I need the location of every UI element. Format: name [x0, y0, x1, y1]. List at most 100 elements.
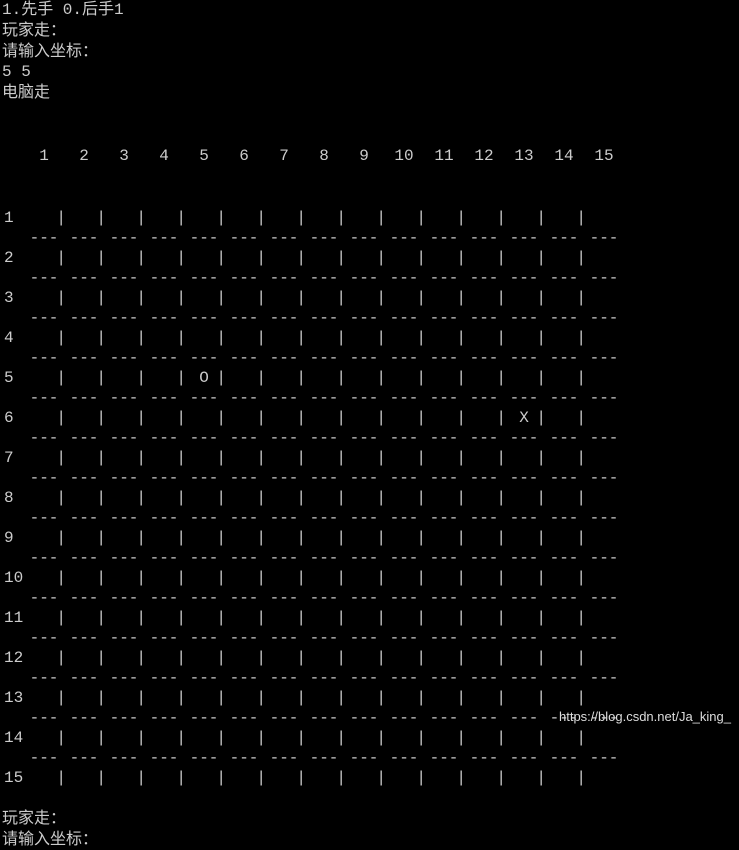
- board-cell[interactable]: |: [24, 288, 64, 309]
- board-cell[interactable]: |: [264, 328, 304, 349]
- board-cell[interactable]: |: [184, 488, 224, 509]
- board-cell[interactable]: |: [104, 288, 144, 309]
- board-cell[interactable]: |: [224, 568, 264, 589]
- board-cell[interactable]: [584, 648, 624, 669]
- board-cell[interactable]: |: [224, 728, 264, 749]
- board-cell[interactable]: |: [424, 728, 464, 749]
- board-cell[interactable]: |: [144, 728, 184, 749]
- board-cell[interactable]: |: [24, 648, 64, 669]
- board-cell[interactable]: |: [504, 488, 544, 509]
- board-cell[interactable]: |: [464, 208, 504, 229]
- board-cell[interactable]: |: [304, 328, 344, 349]
- board-cell[interactable]: |: [144, 288, 184, 309]
- board-cell[interactable]: |: [304, 688, 344, 709]
- board-cell[interactable]: |: [64, 528, 104, 549]
- board-cell[interactable]: |: [424, 408, 464, 429]
- board-cell[interactable]: |: [144, 608, 184, 629]
- board-cell[interactable]: |: [384, 528, 424, 549]
- board-cell[interactable]: |: [144, 648, 184, 669]
- board-cell[interactable]: |: [424, 368, 464, 389]
- board-cell[interactable]: |: [144, 568, 184, 589]
- board-cell[interactable]: |: [464, 248, 504, 269]
- board-cell[interactable]: |: [104, 728, 144, 749]
- board-cell[interactable]: |: [64, 408, 104, 429]
- board-cell[interactable]: |: [344, 648, 384, 669]
- board-cell[interactable]: |: [224, 608, 264, 629]
- board-cell[interactable]: |: [344, 568, 384, 589]
- board-cell[interactable]: |: [24, 608, 64, 629]
- board-cell[interactable]: |: [504, 368, 544, 389]
- board-cell[interactable]: |: [184, 248, 224, 269]
- board-cell[interactable]: |: [184, 528, 224, 549]
- board-cell[interactable]: |: [544, 328, 584, 349]
- board-cell[interactable]: X |: [504, 408, 544, 429]
- board-cell[interactable]: |: [384, 208, 424, 229]
- board-cell[interactable]: [584, 768, 624, 789]
- board-cell[interactable]: |: [424, 688, 464, 709]
- board-cell[interactable]: [584, 328, 624, 349]
- board-cell[interactable]: |: [424, 488, 464, 509]
- board-cell[interactable]: |: [544, 768, 584, 789]
- board-cell[interactable]: |: [224, 288, 264, 309]
- board-cell[interactable]: |: [24, 528, 64, 549]
- board-cell[interactable]: |: [64, 688, 104, 709]
- board-cell[interactable]: |: [384, 328, 424, 349]
- board-cell[interactable]: |: [304, 408, 344, 429]
- board-cell[interactable]: |: [304, 648, 344, 669]
- board-cell[interactable]: [584, 408, 624, 429]
- board-cell[interactable]: |: [184, 408, 224, 429]
- board-cell[interactable]: |: [384, 728, 424, 749]
- board-cell[interactable]: |: [424, 608, 464, 629]
- board-cell[interactable]: |: [304, 208, 344, 229]
- board-cell[interactable]: |: [544, 368, 584, 389]
- board-cell[interactable]: |: [464, 528, 504, 549]
- board-cell[interactable]: |: [264, 568, 304, 589]
- board-cell[interactable]: |: [344, 368, 384, 389]
- coord-prompt-2[interactable]: 请输入坐标：: [0, 830, 739, 850]
- board-cell[interactable]: |: [104, 768, 144, 789]
- board-cell[interactable]: [584, 288, 624, 309]
- board-cell[interactable]: |: [104, 608, 144, 629]
- board-cell[interactable]: |: [24, 688, 64, 709]
- board-cell[interactable]: |: [344, 688, 384, 709]
- board-cell[interactable]: |: [384, 768, 424, 789]
- board-cell[interactable]: [584, 248, 624, 269]
- board-cell[interactable]: |: [384, 488, 424, 509]
- board-cell[interactable]: |: [24, 248, 64, 269]
- board-cell[interactable]: |: [144, 448, 184, 469]
- board-cell[interactable]: |: [24, 488, 64, 509]
- board-cell[interactable]: |: [344, 608, 384, 629]
- board-cell[interactable]: |: [384, 288, 424, 309]
- board-cell[interactable]: |: [544, 408, 584, 429]
- board-cell[interactable]: |: [184, 328, 224, 349]
- board-cell[interactable]: |: [384, 248, 424, 269]
- board-cell[interactable]: |: [264, 368, 304, 389]
- board-cell[interactable]: |: [64, 488, 104, 509]
- board-cell[interactable]: |: [304, 288, 344, 309]
- board-cell[interactable]: |: [184, 648, 224, 669]
- board-cell[interactable]: |: [104, 528, 144, 549]
- board-cell[interactable]: |: [224, 688, 264, 709]
- board-cell[interactable]: |: [544, 288, 584, 309]
- board-cell[interactable]: |: [504, 328, 544, 349]
- board-cell[interactable]: |: [224, 328, 264, 349]
- board-cell[interactable]: |: [304, 528, 344, 549]
- board-cell[interactable]: |: [344, 768, 384, 789]
- board-cell[interactable]: |: [104, 648, 144, 669]
- board-cell[interactable]: |: [104, 448, 144, 469]
- board-cell[interactable]: |: [544, 648, 584, 669]
- board-cell[interactable]: |: [344, 488, 384, 509]
- board-cell[interactable]: |: [104, 408, 144, 429]
- board-cell[interactable]: [584, 688, 624, 709]
- board-cell[interactable]: |: [144, 528, 184, 549]
- board-cell[interactable]: |: [104, 488, 144, 509]
- board-cell[interactable]: |: [504, 208, 544, 229]
- board-cell[interactable]: |: [424, 568, 464, 589]
- board-cell[interactable]: |: [544, 728, 584, 749]
- board-cell[interactable]: |: [184, 568, 224, 589]
- board-cell[interactable]: |: [544, 488, 584, 509]
- board-cell[interactable]: |: [544, 528, 584, 549]
- board-cell[interactable]: |: [24, 568, 64, 589]
- board-cell[interactable]: |: [264, 248, 304, 269]
- board-cell[interactable]: |: [344, 408, 384, 429]
